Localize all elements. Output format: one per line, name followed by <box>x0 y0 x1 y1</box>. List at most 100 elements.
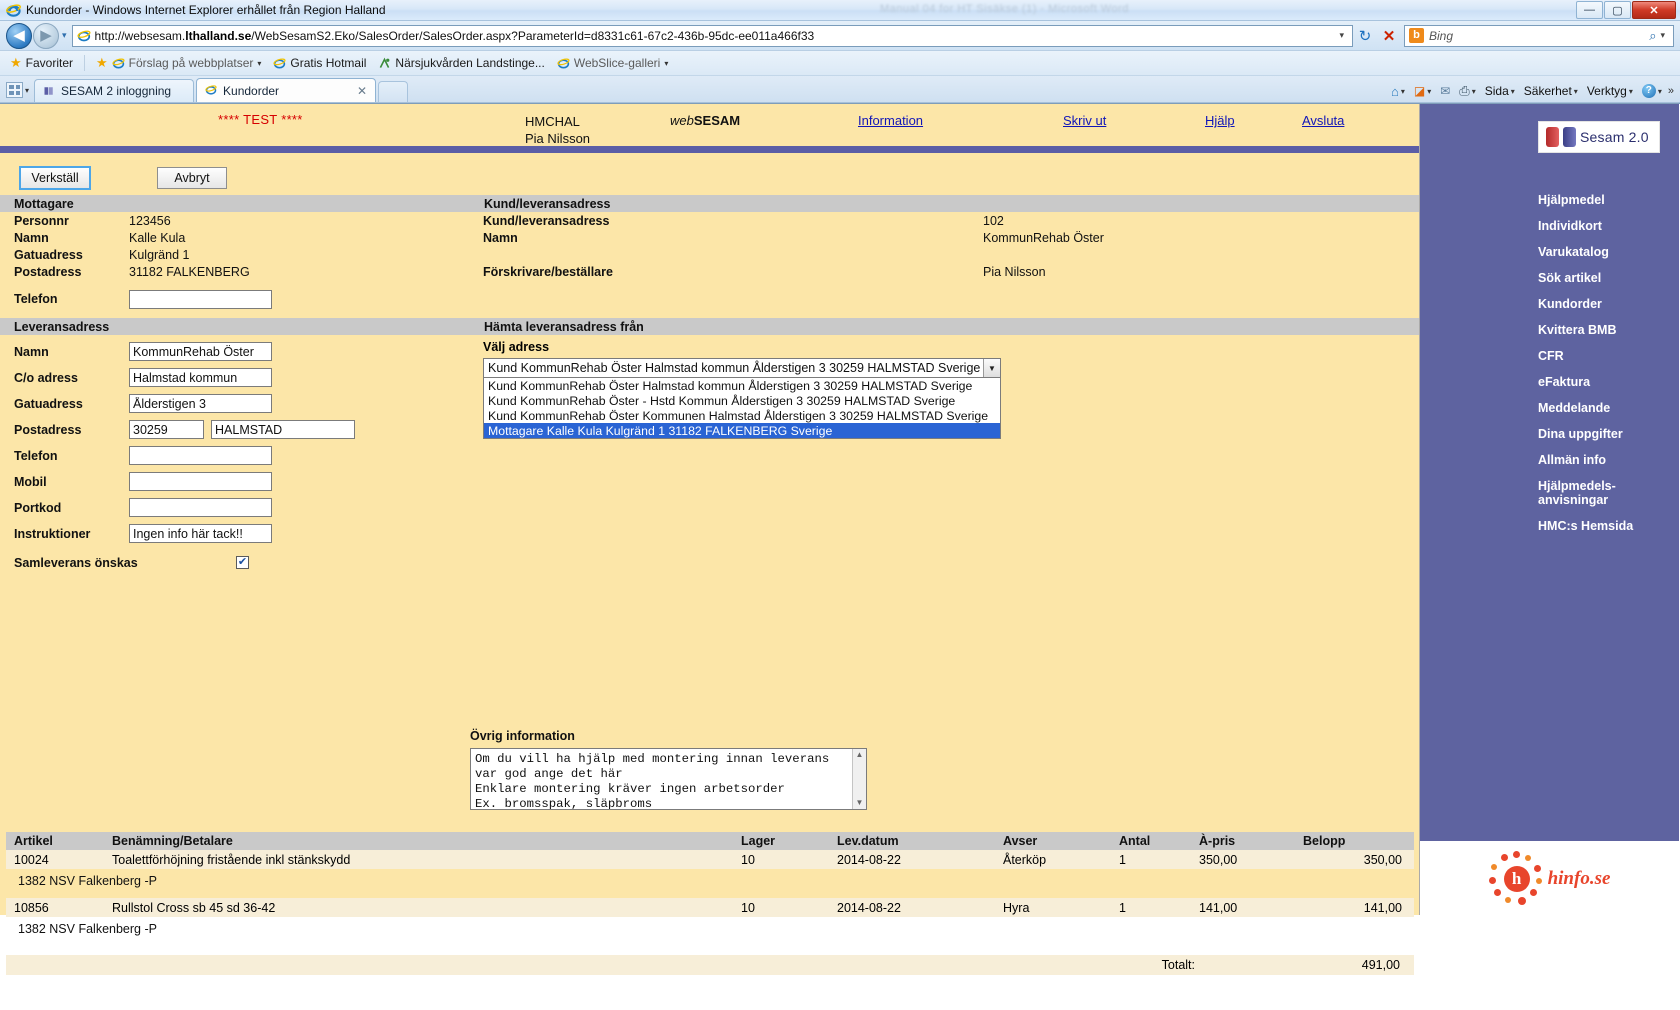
sidebar-item-dina-uppgifter[interactable]: Dina uppgifter <box>1538 427 1679 441</box>
favorite-webslice-gallery[interactable]: WebSlice-galleri ▾ <box>553 55 673 71</box>
quick-tabs-icon[interactable] <box>6 82 23 98</box>
close-icon[interactable]: ✕ <box>357 84 367 98</box>
chevron-down-icon[interactable]: ▾ <box>25 86 29 95</box>
sesam-logo: Sesam 2.0 <box>1538 121 1660 153</box>
sidebar-item-allman-info[interactable]: Allmän info <box>1538 453 1679 467</box>
field-label: Gatuadress <box>14 247 83 262</box>
address-option-selected[interactable]: Mottagare Kalle Kula Kulgränd 1 31182 FA… <box>484 423 1000 438</box>
bookmark-glyph-icon <box>378 57 391 70</box>
sidebar-item-kundorder[interactable]: Kundorder <box>1538 297 1679 311</box>
safety-menu[interactable]: Säkerhet ▾ <box>1521 83 1581 99</box>
header-link-information[interactable]: Information <box>858 113 923 128</box>
window-title-bar: Kundorder - Windows Internet Explorer er… <box>0 0 1680 21</box>
chevron-down-icon[interactable]: ▾ <box>1427 87 1431 96</box>
address-option[interactable]: Kund KommunRehab Öster Kommunen Halmstad… <box>484 408 1000 423</box>
forward-button[interactable]: ▶ <box>33 22 59 49</box>
lev-co-adress-input[interactable] <box>129 368 272 387</box>
chevron-down-icon[interactable]: ▾ <box>257 59 261 68</box>
header-link-skriv-ut[interactable]: Skriv ut <box>1063 113 1106 128</box>
address-option[interactable]: Kund KommunRehab Öster - Hstd Kommun Åld… <box>484 393 1000 408</box>
refresh-icon[interactable]: ↻ <box>1353 25 1377 47</box>
address-option[interactable]: Kund KommunRehab Öster Halmstad kommun Å… <box>484 378 1000 393</box>
lev-gatuadress-input[interactable] <box>129 394 272 413</box>
new-tab-button[interactable] <box>378 81 409 102</box>
field-lev-gatuadress: Gatuadress <box>0 392 470 415</box>
scroll-up-icon[interactable]: ▲ <box>853 749 866 761</box>
sidebar-item-varukatalog[interactable]: Varukatalog <box>1538 245 1679 259</box>
table-row[interactable]: 10024 Toalettförhöjning fristående inkl … <box>6 850 1414 869</box>
chevron-down-icon[interactable]: ▾ <box>1658 87 1662 96</box>
verkstall-button[interactable]: Verkställ <box>19 166 91 190</box>
search-input[interactable]: Bing <box>1429 29 1649 43</box>
divider <box>84 55 85 71</box>
overflow-icon[interactable]: » <box>1668 85 1674 97</box>
favorite-hotmail[interactable]: Gratis Hotmail <box>269 55 370 71</box>
maximize-button[interactable]: ▢ <box>1604 1 1631 19</box>
chevron-down-icon[interactable]: ▼ <box>983 359 1000 377</box>
scroll-down-icon[interactable]: ▼ <box>853 797 866 809</box>
lev-portkod-input[interactable] <box>129 498 272 517</box>
stop-icon[interactable]: ✕ <box>1377 25 1401 47</box>
chevron-down-icon[interactable]: ▾ <box>1511 87 1515 96</box>
help-menu[interactable]: ? ▾ <box>1639 83 1665 99</box>
quick-tabs[interactable]: ▾ <box>6 79 34 101</box>
sidebar-item-hjalpmedelsanvisningar[interactable]: Hjälpmedels- anvisningar <box>1538 479 1679 507</box>
url-bar[interactable]: http://websesam.lthalland.se/WebSesamS2.… <box>71 24 1353 47</box>
sidebar-item-sok-artikel[interactable]: Sök artikel <box>1538 271 1679 285</box>
close-button[interactable]: ✕ <box>1632 1 1676 19</box>
back-button[interactable]: ◀ <box>6 22 32 49</box>
cell-benamning: Rullstol Cross sb 45 sd 36-42 <box>112 900 276 915</box>
other-information-textarea[interactable]: Om du vill ha hjälp med montering innan … <box>470 748 867 810</box>
history-dropdown-icon[interactable]: ▾ <box>62 30 67 41</box>
chevron-down-icon[interactable]: ▾ <box>1629 87 1633 96</box>
favorites-button[interactable]: ★ Favoriter <box>6 54 77 72</box>
avbryt-button[interactable]: Avbryt <box>157 167 227 189</box>
page-menu-label: Sida <box>1484 84 1509 98</box>
lev-mobil-input[interactable] <box>129 472 272 491</box>
mail-button[interactable]: ✉ <box>1437 83 1453 99</box>
lev-instruktioner-input[interactable] <box>129 524 272 543</box>
tools-menu[interactable]: Verktyg ▾ <box>1584 83 1636 99</box>
logo-text: Sesam 2.0 <box>1580 129 1649 145</box>
url-dropdown-icon[interactable]: ▾ <box>1335 30 1348 41</box>
print-button[interactable]: ⎙ ▾ <box>1456 82 1478 100</box>
sidebar-item-hmc-hemsida[interactable]: HMC:s Hemsida <box>1538 519 1679 533</box>
field-label: Postadress <box>14 264 82 279</box>
chevron-down-icon[interactable]: ▾ <box>664 59 668 68</box>
lev-namn-input[interactable] <box>129 342 272 361</box>
search-provider-caret-icon[interactable]: ▾ <box>1656 30 1669 41</box>
other-information-block: Övrig information Om du vill ha hjälp me… <box>470 729 867 810</box>
chevron-down-icon[interactable]: ▾ <box>1574 87 1578 96</box>
minimize-button[interactable]: — <box>1576 1 1603 19</box>
header-link-avsluta[interactable]: Avsluta <box>1302 113 1344 128</box>
chevron-down-icon[interactable]: ▾ <box>1401 87 1405 96</box>
other-information-text[interactable]: Om du vill ha hjälp med montering innan … <box>471 749 852 809</box>
sidebar-item-meddelande[interactable]: Meddelande <box>1538 401 1679 415</box>
form-columns-2: Leveransadress Namn C/o adress Gatuadres… <box>0 318 1419 574</box>
table-row[interactable]: 10856 Rullstol Cross sb 45 sd 36-42 10 2… <box>6 898 1414 917</box>
sidebar-item-hjalpmedel[interactable]: Hjälpmedel <box>1538 193 1679 207</box>
lev-telefon-input[interactable] <box>129 446 272 465</box>
sidebar-item-cfr[interactable]: CFR <box>1538 349 1679 363</box>
feeds-button[interactable]: ◪ ▾ <box>1411 83 1434 99</box>
tab-sesam-2-inloggning[interactable]: SESAM 2 inloggning <box>34 79 195 102</box>
home-button[interactable]: ⌂ ▾ <box>1388 83 1408 100</box>
favorite-narsjukvarden[interactable]: Närsjukvården Landstinge... <box>374 55 548 71</box>
samleverans-checkbox[interactable]: ✔ <box>236 556 249 569</box>
sidebar-item-efaktura[interactable]: eFaktura <box>1538 375 1679 389</box>
header-link-hjalp[interactable]: Hjälp <box>1205 113 1235 128</box>
chevron-down-icon[interactable]: ▾ <box>1472 87 1476 96</box>
telefon-mottagare-input[interactable] <box>129 289 272 309</box>
search-icon[interactable]: ⌕ <box>1649 28 1656 44</box>
textarea-scrollbar[interactable]: ▲ ▼ <box>852 749 866 809</box>
address-select[interactable]: Kund KommunRehab Öster Halmstad kommun Å… <box>483 358 1001 378</box>
favorite-suggested-sites[interactable]: ★ Förslag på webbplatser ▾ <box>92 54 265 72</box>
table-total-row: Totalt: 491,00 <box>6 955 1414 975</box>
sidebar-item-individkort[interactable]: Individkort <box>1538 219 1679 233</box>
lev-postnummer-input[interactable] <box>129 420 204 439</box>
lev-ort-input[interactable] <box>211 420 355 439</box>
page-menu[interactable]: Sida ▾ <box>1482 83 1518 99</box>
tab-kundorder[interactable]: Kundorder ✕ <box>196 78 377 102</box>
sidebar-item-kvittera-bmb[interactable]: Kvittera BMB <box>1538 323 1679 337</box>
search-box[interactable]: b Bing ⌕ ▾ <box>1404 24 1674 47</box>
